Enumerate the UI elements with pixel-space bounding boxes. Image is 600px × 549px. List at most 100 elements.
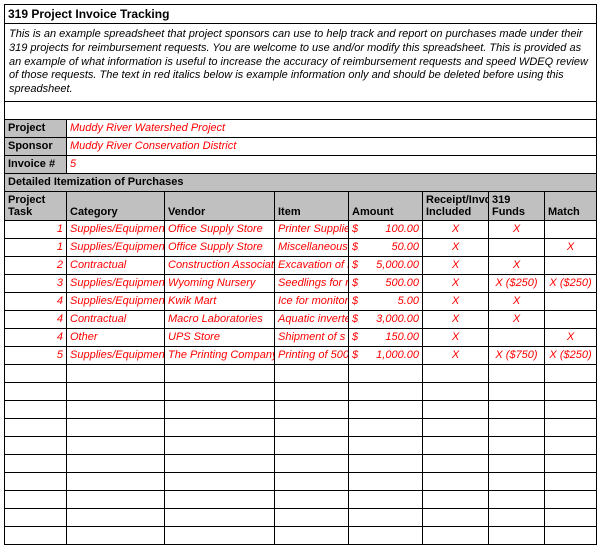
cell-amount[interactable]: $5,000.00 <box>349 256 423 274</box>
table-row <box>5 472 597 490</box>
col-vendor: Vendor <box>165 191 275 220</box>
cell-funds[interactable]: X <box>489 292 545 310</box>
cell-vendor[interactable]: Office Supply Store <box>165 220 275 238</box>
meta-project-value[interactable]: Muddy River Watershed Project <box>67 119 597 137</box>
meta-sponsor-label: Sponsor <box>5 137 67 155</box>
cell-item[interactable]: Ice for monitor <box>275 292 349 310</box>
cell-match[interactable]: X ($250) <box>545 346 597 364</box>
meta-project-row: Project Muddy River Watershed Project <box>5 119 597 137</box>
spacer-row <box>5 101 597 119</box>
table-row: 2ContractualConstruction AssociatesExcav… <box>5 256 597 274</box>
cell-match[interactable] <box>545 292 597 310</box>
cell-match[interactable] <box>545 220 597 238</box>
cell-match[interactable]: X <box>545 328 597 346</box>
col-funds: 319 Funds <box>489 191 545 220</box>
cell-item[interactable]: Miscellaneous <box>275 238 349 256</box>
cell-vendor[interactable]: Macro Laboratories <box>165 310 275 328</box>
cell-match[interactable]: X ($250) <box>545 274 597 292</box>
table-row: 4ContractualMacro LaboratoriesAquatic in… <box>5 310 597 328</box>
cell-vendor[interactable]: UPS Store <box>165 328 275 346</box>
cell-amount[interactable]: $50.00 <box>349 238 423 256</box>
cell-category[interactable]: Contractual <box>67 310 165 328</box>
table-row: 4Supplies/EquipmentKwik MartIce for moni… <box>5 292 597 310</box>
col-match: Match <box>545 191 597 220</box>
col-amount: Amount <box>349 191 423 220</box>
cell-funds[interactable] <box>489 238 545 256</box>
cell-funds[interactable]: X <box>489 220 545 238</box>
cell-receipt[interactable]: X <box>423 292 489 310</box>
cell-category[interactable]: Supplies/Equipment <box>67 220 165 238</box>
meta-sponsor-row: Sponsor Muddy River Conservation Distric… <box>5 137 597 155</box>
cell-receipt[interactable]: X <box>423 328 489 346</box>
cell-category[interactable]: Contractual <box>67 256 165 274</box>
title-row: 319 Project Invoice Tracking <box>5 5 597 24</box>
cell-vendor[interactable]: Wyoming Nursery <box>165 274 275 292</box>
table-row <box>5 526 597 544</box>
cell-task[interactable]: 4 <box>5 328 67 346</box>
cell-receipt[interactable]: X <box>423 346 489 364</box>
col-task: Project Task <box>5 191 67 220</box>
meta-invoice-value[interactable]: 5 <box>67 155 597 173</box>
cell-amount[interactable]: $500.00 <box>349 274 423 292</box>
description-text: This is an example spreadsheet that proj… <box>5 24 597 102</box>
invoice-tracking-table: 319 Project Invoice Tracking This is an … <box>4 4 597 545</box>
table-row: 4OtherUPS StoreShipment of s$150.00XX <box>5 328 597 346</box>
cell-task[interactable]: 2 <box>5 256 67 274</box>
cell-receipt[interactable]: X <box>423 274 489 292</box>
meta-invoice-label: Invoice # <box>5 155 67 173</box>
cell-match[interactable] <box>545 256 597 274</box>
cell-task[interactable]: 5 <box>5 346 67 364</box>
cell-item[interactable]: Seedlings for r <box>275 274 349 292</box>
col-receipt: Receipt/Invoice Included <box>423 191 489 220</box>
cell-task[interactable]: 1 <box>5 238 67 256</box>
table-row: 1Supplies/EquipmentOffice Supply StoreMi… <box>5 238 597 256</box>
table-row <box>5 418 597 436</box>
cell-receipt[interactable]: X <box>423 310 489 328</box>
cell-match[interactable] <box>545 310 597 328</box>
table-row <box>5 454 597 472</box>
cell-category[interactable]: Other <box>67 328 165 346</box>
table-row <box>5 490 597 508</box>
meta-invoice-row: Invoice # 5 <box>5 155 597 173</box>
cell-receipt[interactable]: X <box>423 238 489 256</box>
cell-task[interactable]: 4 <box>5 292 67 310</box>
cell-item[interactable]: Aquatic inverte <box>275 310 349 328</box>
meta-sponsor-value[interactable]: Muddy River Conservation District <box>67 137 597 155</box>
cell-task[interactable]: 3 <box>5 274 67 292</box>
cell-amount[interactable]: $150.00 <box>349 328 423 346</box>
cell-amount[interactable]: $5.00 <box>349 292 423 310</box>
description-row: This is an example spreadsheet that proj… <box>5 24 597 102</box>
cell-category[interactable]: Supplies/Equipment <box>67 346 165 364</box>
cell-vendor[interactable]: Kwik Mart <box>165 292 275 310</box>
cell-task[interactable]: 1 <box>5 220 67 238</box>
cell-funds[interactable]: X <box>489 256 545 274</box>
cell-funds[interactable]: X ($750) <box>489 346 545 364</box>
cell-funds[interactable] <box>489 328 545 346</box>
cell-receipt[interactable]: X <box>423 256 489 274</box>
cell-amount[interactable]: $3,000.00 <box>349 310 423 328</box>
cell-vendor[interactable]: Construction Associates <box>165 256 275 274</box>
cell-match[interactable]: X <box>545 238 597 256</box>
cell-item[interactable]: Excavation of s <box>275 256 349 274</box>
table-row: 1Supplies/EquipmentOffice Supply StorePr… <box>5 220 597 238</box>
meta-project-label: Project <box>5 119 67 137</box>
cell-category[interactable]: Supplies/Equipment <box>67 292 165 310</box>
cell-item[interactable]: Shipment of s <box>275 328 349 346</box>
cell-vendor[interactable]: The Printing Company <box>165 346 275 364</box>
cell-amount[interactable]: $100.00 <box>349 220 423 238</box>
cell-amount[interactable]: $1,000.00 <box>349 346 423 364</box>
cell-category[interactable]: Supplies/Equipment <box>67 238 165 256</box>
cell-funds[interactable]: X ($250) <box>489 274 545 292</box>
cell-vendor[interactable]: Office Supply Store <box>165 238 275 256</box>
table-row: 3Supplies/EquipmentWyoming NurserySeedli… <box>5 274 597 292</box>
table-row <box>5 436 597 454</box>
cell-funds[interactable]: X <box>489 310 545 328</box>
table-row: 5Supplies/EquipmentThe Printing CompanyP… <box>5 346 597 364</box>
cell-task[interactable]: 4 <box>5 310 67 328</box>
table-row <box>5 508 597 526</box>
cell-receipt[interactable]: X <box>423 220 489 238</box>
section-header-row: Detailed Itemization of Purchases <box>5 173 597 191</box>
cell-category[interactable]: Supplies/Equipment <box>67 274 165 292</box>
cell-item[interactable]: Printing of 500 <box>275 346 349 364</box>
cell-item[interactable]: Printer Supplies <box>275 220 349 238</box>
